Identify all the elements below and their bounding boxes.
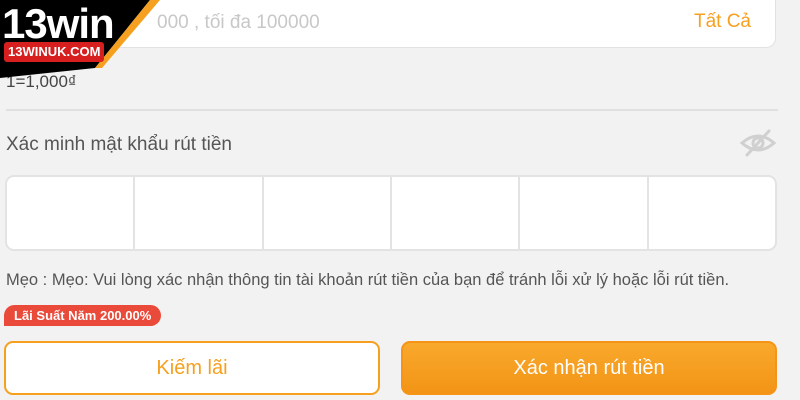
divider (6, 109, 778, 111)
pin-digit-1[interactable] (7, 177, 136, 249)
eye-off-icon[interactable] (738, 128, 778, 158)
pin-digit-6[interactable] (649, 177, 775, 249)
pin-digit-5[interactable] (520, 177, 649, 249)
pin-digit-3[interactable] (264, 177, 392, 249)
confirm-withdraw-button[interactable]: Xác nhận rút tiền (401, 341, 777, 395)
pin-digit-4[interactable] (392, 177, 521, 249)
password-verify-label: Xác minh mật khẩu rút tiền (6, 134, 232, 155)
earn-interest-button[interactable]: Kiếm lãi (4, 341, 380, 395)
logo-url-text: 13WINUK.COM (4, 42, 105, 62)
withdraw-pin-input[interactable] (5, 175, 777, 251)
withdraw-tip: Mẹo : Mẹo: Vui lòng xác nhận thông tin t… (6, 271, 730, 289)
amount-placeholder: 000 , tối đa 100000 (157, 12, 320, 33)
interest-rate-badge: Lãi Suất Năm 200.00% (4, 305, 162, 326)
all-amount-button[interactable]: Tất Cả (694, 11, 751, 33)
pin-digit-2[interactable] (135, 177, 264, 249)
brand-logo: 13win 13WINUK.COM (0, 0, 160, 78)
logo-brand-text: 13win (2, 0, 115, 47)
